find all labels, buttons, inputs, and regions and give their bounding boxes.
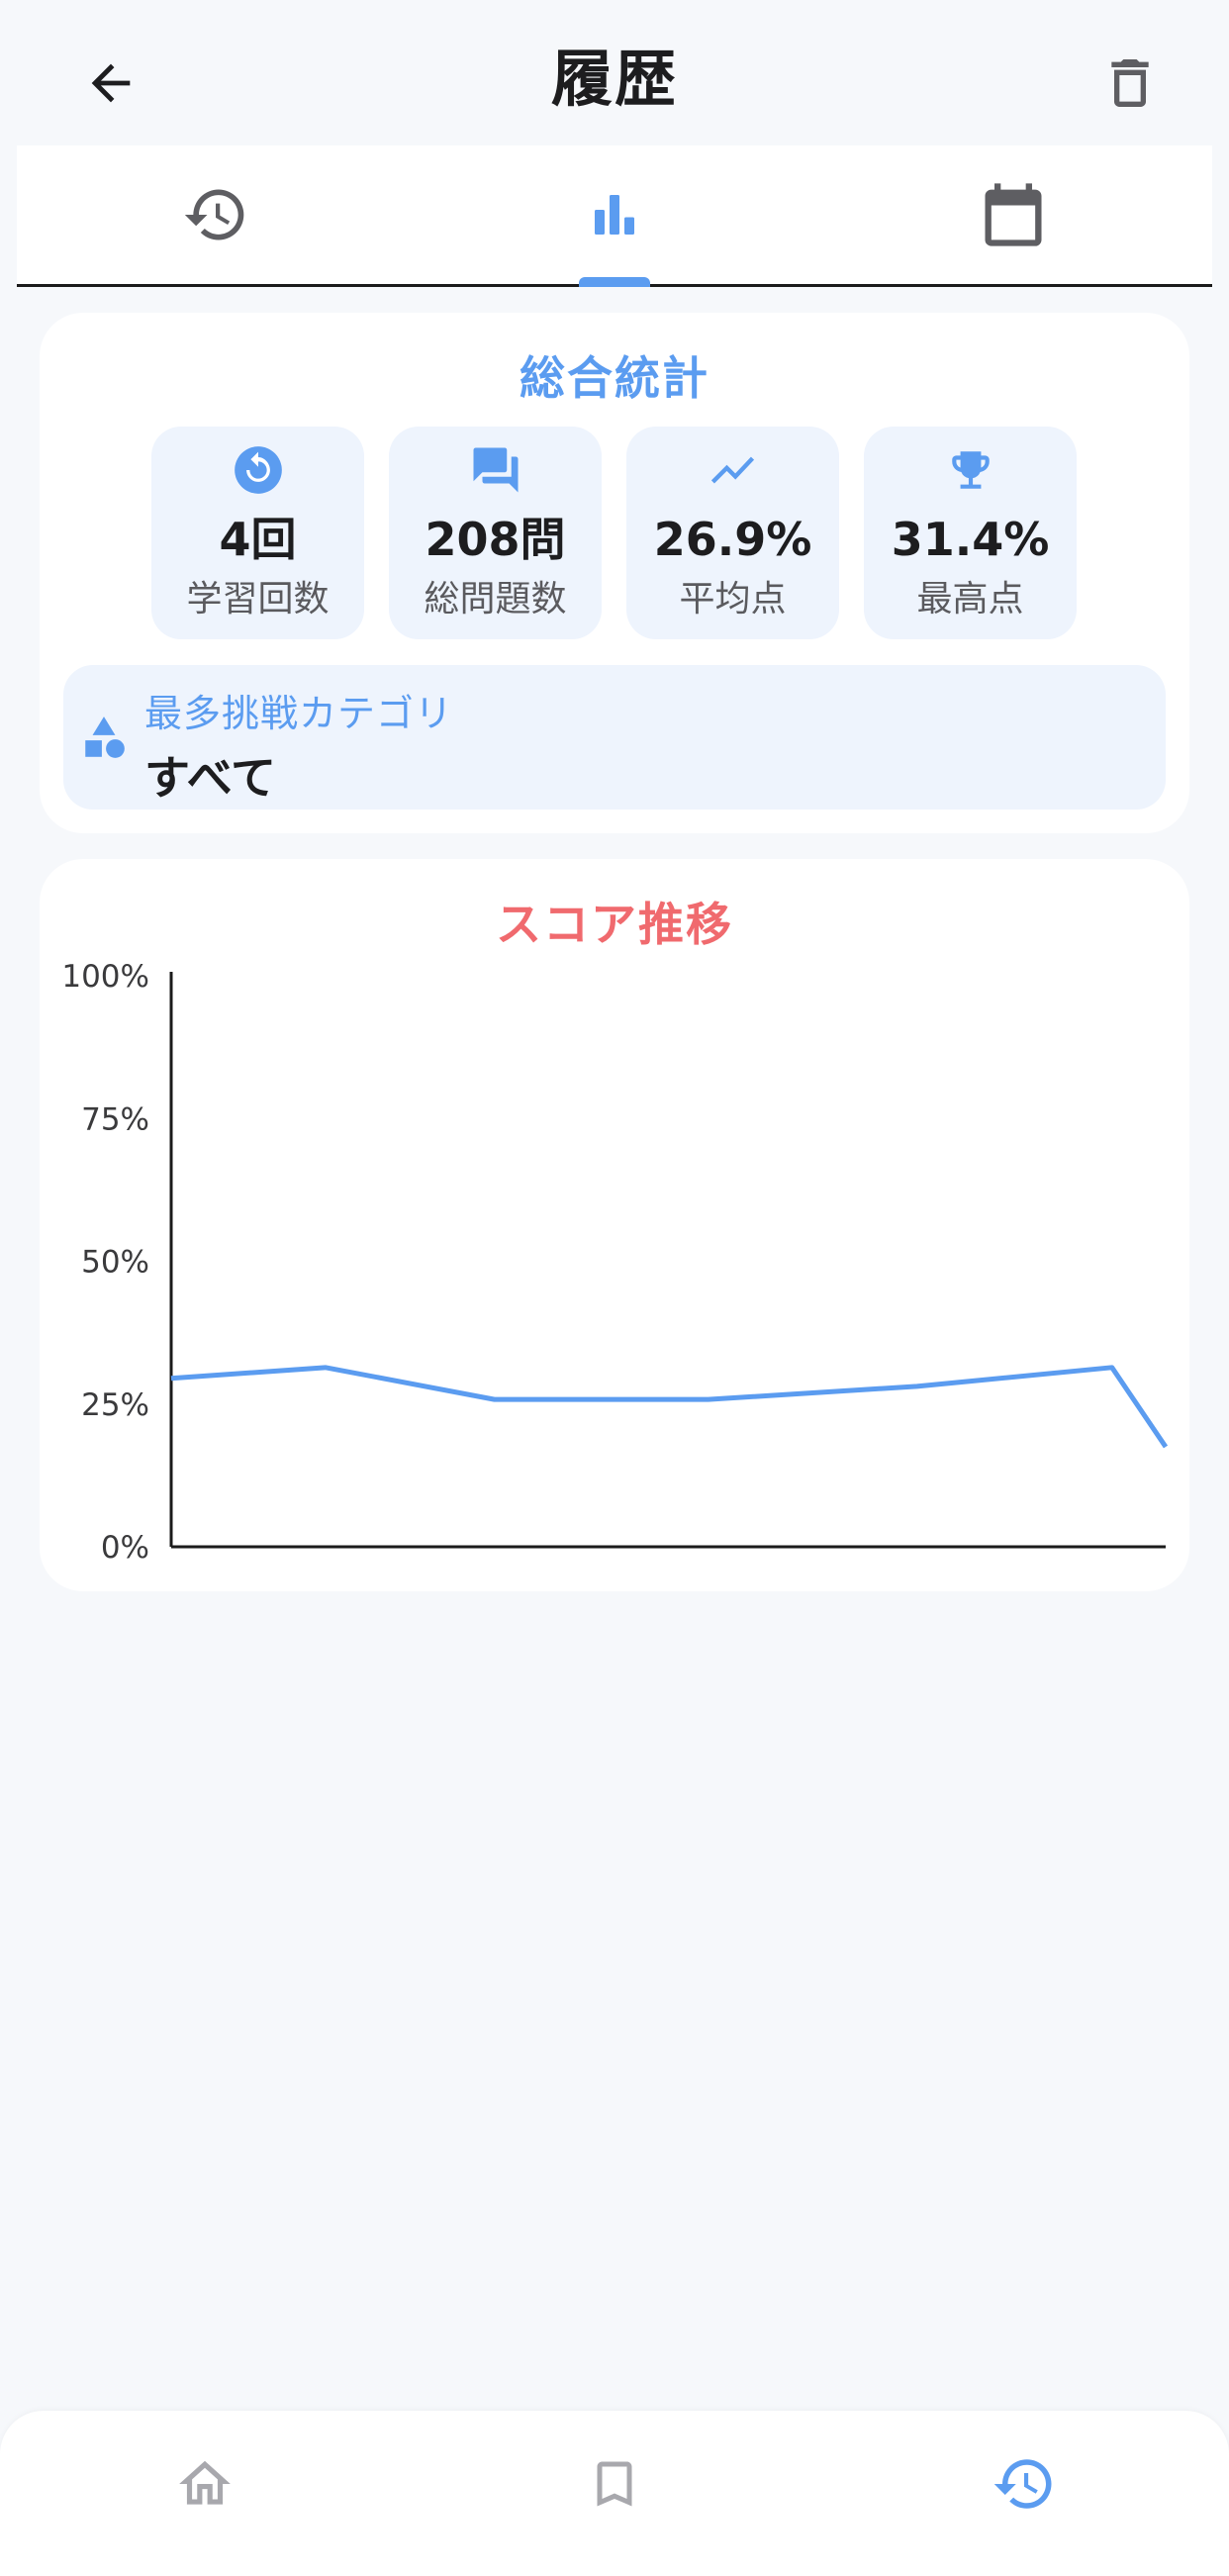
- history-screen: 履歴 総合統計 4回 学習回数 208問 総問題数 26.9% 平均点 31.4…: [0, 0, 1229, 2576]
- replay-icon: [234, 446, 282, 494]
- history-icon: [185, 189, 244, 240]
- stats-title: 総合統計: [520, 351, 709, 405]
- chat-icon: [473, 447, 518, 493]
- stat-value: 31.4%: [891, 513, 1050, 566]
- delete-button[interactable]: [1090, 44, 1170, 123]
- bar-chart-icon: [595, 195, 634, 235]
- top-category: 最多挑戦カテゴリ すべて: [63, 665, 1166, 810]
- y-tick-label: 75%: [81, 1101, 149, 1137]
- tab-calendar[interactable]: [813, 145, 1212, 284]
- back-button[interactable]: [71, 44, 150, 123]
- y-tick-label: 25%: [81, 1387, 149, 1423]
- trending-icon: [710, 456, 754, 484]
- stat-label: 平均点: [679, 579, 787, 620]
- tab-statistics[interactable]: [416, 145, 814, 287]
- calendar-icon: [985, 183, 1042, 246]
- stat-tile-average: 26.9% 平均点: [626, 427, 839, 639]
- trash-icon: [1111, 59, 1149, 107]
- stat-value: 4回: [219, 513, 297, 566]
- stat-tile-questions: 208問 総問題数: [389, 427, 602, 639]
- overall-stats-card: 総合統計 4回 学習回数 208問 総問題数 26.9% 平均点 31.4% 最…: [40, 313, 1189, 833]
- page-title: 履歴: [550, 42, 678, 115]
- category-shapes-icon: [85, 716, 125, 758]
- nav-history[interactable]: [819, 2411, 1229, 2576]
- top-category-label: 最多挑戦カテゴリ: [144, 692, 454, 735]
- home-icon: [179, 2460, 231, 2505]
- score-trend-card: スコア推移 0% 25% 50% 75% 100%: [40, 859, 1189, 1591]
- app-header: 履歴: [0, 0, 1229, 145]
- stat-tile-sessions: 4回 学習回数: [151, 427, 364, 639]
- stats-tiles: 4回 学習回数 208問 総問題数 26.9% 平均点 31.4% 最高点: [151, 427, 1077, 639]
- nav-bookmarks[interactable]: [410, 2411, 819, 2576]
- stat-label: 総問題数: [424, 579, 567, 620]
- stat-value: 208問: [425, 513, 566, 566]
- history-icon: [993, 2458, 1052, 2509]
- arrow-back-icon: [91, 63, 131, 103]
- tab-history[interactable]: [17, 145, 416, 284]
- score-line-chart: 0% 25% 50% 75% 100%: [61, 959, 1169, 1566]
- nav-home[interactable]: [0, 2411, 410, 2576]
- stat-tile-best: 31.4% 最高点: [864, 427, 1077, 639]
- tab-bar: [17, 145, 1212, 287]
- active-tab-indicator: [579, 277, 650, 287]
- trophy-icon: [951, 451, 990, 489]
- top-category-value: すべて: [144, 751, 276, 805]
- bottom-navigation: [0, 2411, 1229, 2576]
- stat-label: 最高点: [916, 579, 1024, 620]
- bookmark-icon: [597, 2461, 632, 2506]
- stat-value: 26.9%: [653, 513, 812, 566]
- y-tick-label: 100%: [61, 959, 149, 995]
- stat-label: 学習回数: [186, 579, 330, 620]
- y-tick-label: 0%: [101, 1530, 149, 1566]
- y-tick-label: 50%: [81, 1245, 149, 1281]
- score-series-line: [170, 1365, 1169, 1449]
